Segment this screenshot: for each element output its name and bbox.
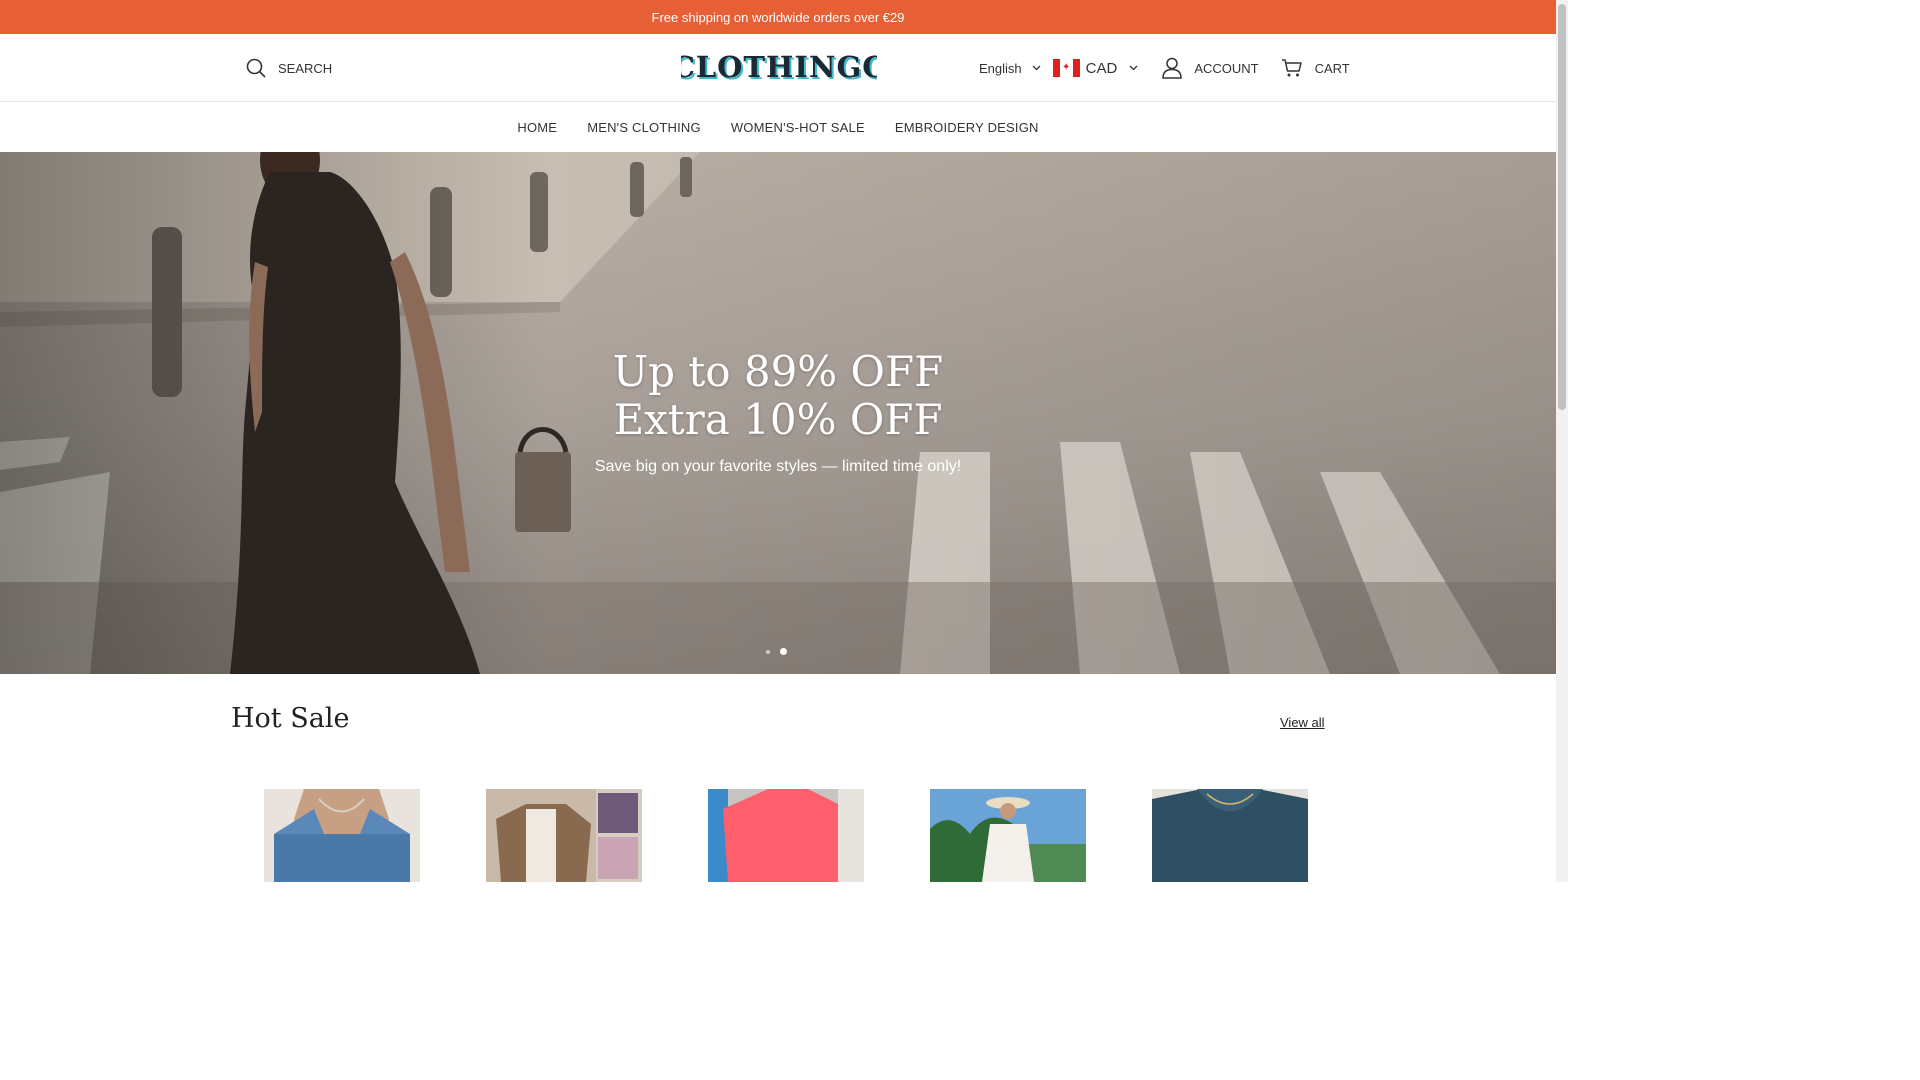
scrollbar-thumb[interactable] bbox=[1558, 4, 1566, 410]
language-selector[interactable]: English bbox=[979, 61, 1041, 76]
nav-womens-hot-sale[interactable]: WOMEN'S-HOT SALE bbox=[731, 120, 865, 135]
currency-value: CAD bbox=[1085, 59, 1118, 77]
nav-mens-clothing[interactable]: MEN'S CLOTHING bbox=[587, 120, 701, 135]
product-card[interactable] bbox=[1152, 789, 1308, 882]
hero-subtitle: Save big on your favorite styles — limit… bbox=[594, 458, 962, 475]
product-image bbox=[264, 789, 420, 882]
header-tools: English ✦ CAD ACCOUNT CART bbox=[979, 56, 1350, 80]
slide-dot-1[interactable] bbox=[766, 649, 770, 654]
cart-link[interactable]: CART bbox=[1281, 58, 1350, 78]
cart-icon bbox=[1281, 59, 1302, 77]
product-card[interactable] bbox=[708, 789, 864, 882]
product-image bbox=[708, 789, 864, 882]
main-nav: HOME MEN'S CLOTHING WOMEN'S-HOT SALE EMB… bbox=[0, 102, 1556, 152]
hero-title-line2: Extra 10% OFF bbox=[613, 395, 943, 444]
search-icon bbox=[246, 58, 266, 78]
view-all-link[interactable]: View all bbox=[1280, 715, 1325, 730]
announcement-bar: Free shipping on worldwide orders over €… bbox=[0, 0, 1556, 34]
product-image bbox=[486, 789, 642, 882]
logo-text: CLOTHINGC bbox=[681, 50, 877, 84]
nav-home[interactable]: HOME bbox=[517, 120, 557, 135]
chevron-down-icon bbox=[1129, 65, 1138, 71]
hero-title-line1: Up to 89% OFF bbox=[612, 347, 944, 396]
hero-banner[interactable]: Up to 89% OFF Extra 10% OFF Save big on … bbox=[0, 152, 1556, 674]
currency-selector[interactable]: ✦ CAD bbox=[1052, 59, 1139, 77]
account-link[interactable]: ACCOUNT bbox=[1162, 57, 1259, 79]
product-image bbox=[1152, 789, 1308, 882]
site-logo[interactable]: CLOTHINGC CLOTHINGC bbox=[681, 48, 877, 88]
product-card[interactable] bbox=[486, 789, 642, 882]
product-image bbox=[930, 789, 1086, 882]
site-header: SEARCH CLOTHINGC CLOTHINGC English ✦ CAD… bbox=[0, 34, 1556, 102]
slideshow-dots bbox=[766, 648, 787, 655]
canada-flag-icon: ✦ bbox=[1052, 59, 1080, 77]
product-card[interactable] bbox=[264, 789, 420, 882]
chevron-down-icon bbox=[1032, 65, 1041, 71]
search-button[interactable]: SEARCH bbox=[246, 58, 332, 78]
cart-label: CART bbox=[1314, 60, 1350, 76]
product-grid bbox=[264, 789, 1324, 882]
announcement-text: Free shipping on worldwide orders over €… bbox=[651, 9, 905, 25]
hero-content: Up to 89% OFF Extra 10% OFF Save big on … bbox=[0, 348, 1556, 476]
slide-dot-2[interactable] bbox=[780, 648, 787, 655]
page-scrollbar[interactable] bbox=[1556, 0, 1568, 882]
search-label: SEARCH bbox=[278, 60, 333, 76]
language-value: English bbox=[979, 60, 1022, 76]
product-card[interactable] bbox=[930, 789, 1086, 882]
user-icon bbox=[1162, 57, 1183, 79]
nav-embroidery-design[interactable]: EMBROIDERY DESIGN bbox=[895, 120, 1039, 135]
account-label: ACCOUNT bbox=[1194, 60, 1259, 76]
hot-sale-title: Hot Sale bbox=[231, 703, 350, 734]
